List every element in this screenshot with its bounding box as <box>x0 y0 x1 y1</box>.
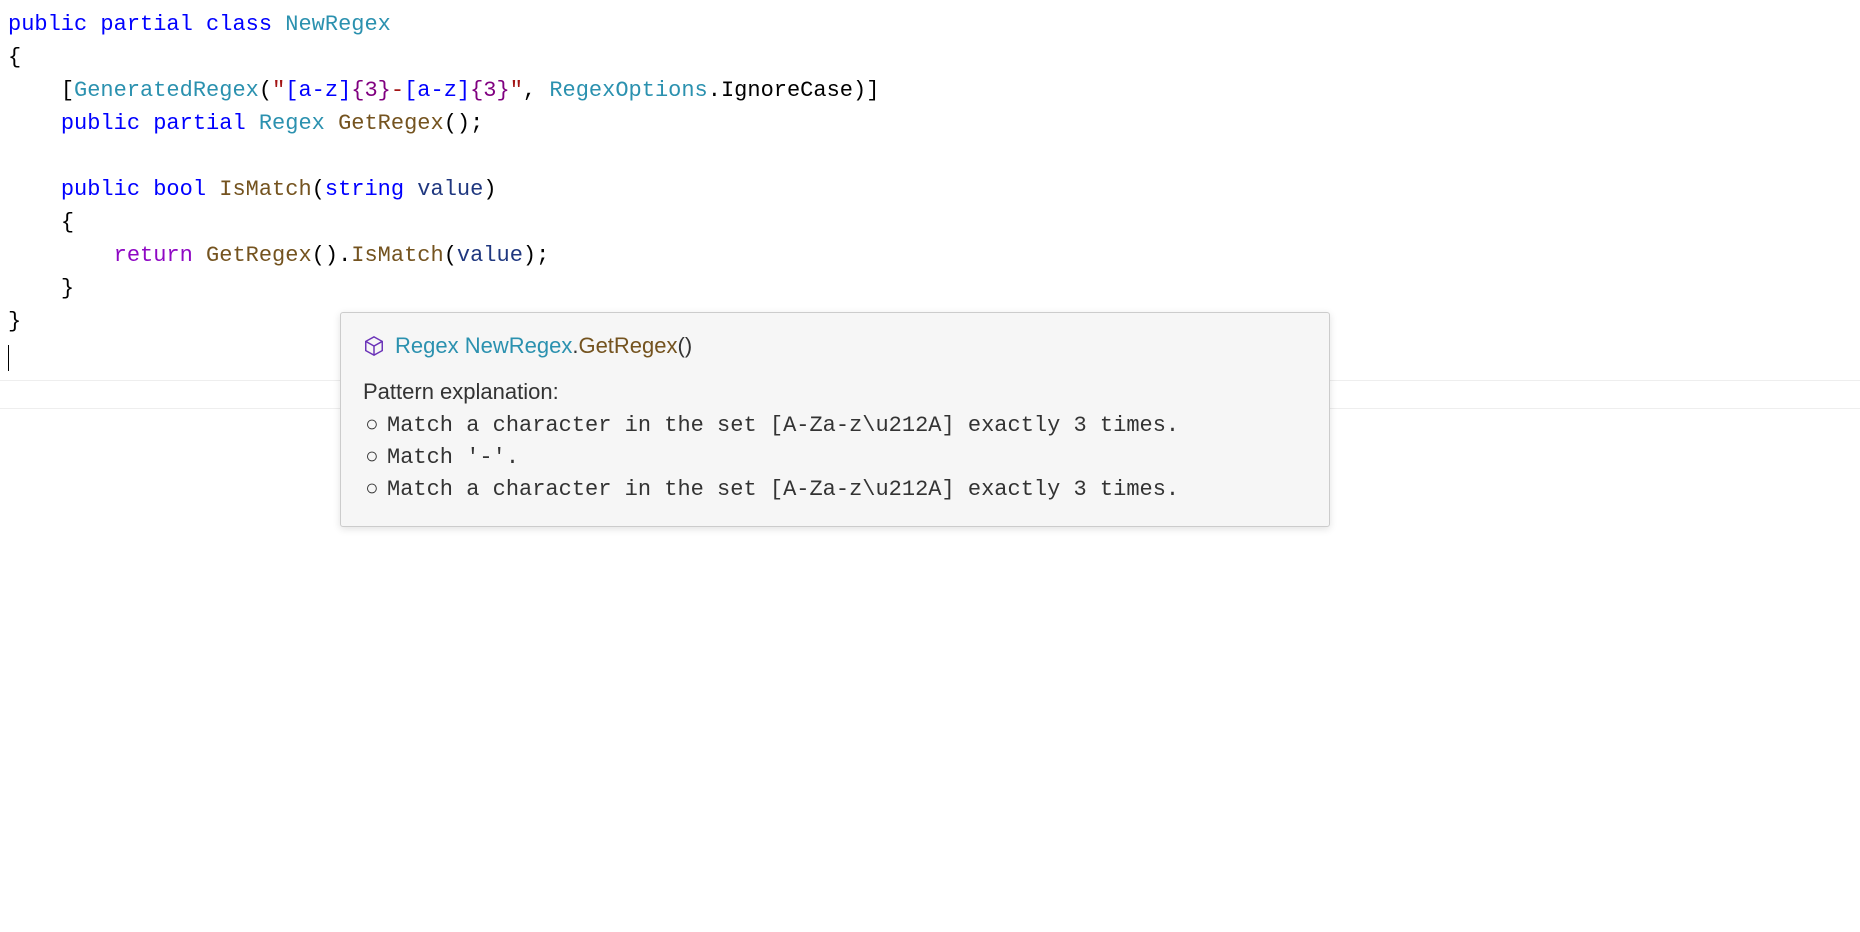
tooltip-bullet-item: ○Match a character in the set [A-Za-z\u2… <box>363 474 1307 506</box>
tooltip-bullet-list: ○Match a character in the set [A-Za-z\u2… <box>363 410 1307 506</box>
tooltip-signature: Regex NewRegex.GetRegex() <box>395 329 692 362</box>
paren-close: ) <box>483 177 496 202</box>
regex-charclass: [a-z] <box>285 78 351 103</box>
indent <box>8 210 61 235</box>
tooltip-header: Regex NewRegex.GetRegex() <box>363 329 1307 362</box>
keyword-return: return <box>114 243 193 268</box>
keyword-class: class <box>206 12 272 37</box>
sig-parens: () <box>678 333 693 358</box>
tooltip-bullet-item: ○Match a character in the set [A-Za-z\u2… <box>363 410 1307 442</box>
parens-semi: (); <box>444 111 484 136</box>
brace-open: { <box>8 45 21 70</box>
class-cube-icon <box>363 335 385 357</box>
string-quote-close: " <box>510 78 523 103</box>
bullet-text: Match a character in the set [A-Za-z\u21… <box>387 477 1179 502</box>
tooltip-explain-label: Pattern explanation: <box>363 376 1307 408</box>
argument: value <box>457 243 523 268</box>
paren-open: ( <box>312 177 325 202</box>
brace-close: } <box>61 276 74 301</box>
brace-close: } <box>8 309 21 334</box>
code-line-9[interactable]: } <box>8 272 1860 305</box>
comma: , <box>523 78 549 103</box>
bullet-text: Match '-'. <box>387 445 519 470</box>
sig-method: GetRegex <box>578 333 677 358</box>
dot: . <box>708 78 721 103</box>
code-line-3[interactable]: [GeneratedRegex("[a-z]{3}-[a-z]{3}", Reg… <box>8 74 1860 107</box>
quickinfo-tooltip: Regex NewRegex.GetRegex() Pattern explan… <box>340 312 1330 527</box>
indent <box>8 111 61 136</box>
code-line-8[interactable]: return GetRegex().IsMatch(value); <box>8 239 1860 272</box>
sig-class: NewRegex <box>465 333 573 358</box>
sig-return-type: Regex <box>395 333 459 358</box>
indent <box>8 243 114 268</box>
return-type: Regex <box>259 111 325 136</box>
code-line-blank[interactable] <box>8 140 1860 173</box>
indent <box>8 276 61 301</box>
method-call: IsMatch <box>351 243 443 268</box>
tooltip-body: Pattern explanation: ○Match a character … <box>363 376 1307 506</box>
keyword-bool: bool <box>153 177 206 202</box>
attribute-name: GeneratedRegex <box>74 78 259 103</box>
keyword-public: public <box>8 12 87 37</box>
paren-close-semi: ); <box>523 243 549 268</box>
brace-open: { <box>61 210 74 235</box>
dot: . <box>338 243 351 268</box>
regex-quantifier: {3} <box>351 78 391 103</box>
method-name: GetRegex <box>338 111 444 136</box>
indent <box>8 177 61 202</box>
code-line-7[interactable]: { <box>8 206 1860 239</box>
bullet-icon: ○ <box>363 474 381 506</box>
keyword-public: public <box>61 111 140 136</box>
param-type: string <box>325 177 404 202</box>
enum-type: RegexOptions <box>549 78 707 103</box>
tooltip-bullet-item: ○Match '-'. <box>363 442 1307 474</box>
parens: () <box>312 243 338 268</box>
paren-open: ( <box>259 78 272 103</box>
text-caret <box>8 345 9 371</box>
keyword-public: public <box>61 177 140 202</box>
code-line-4[interactable]: public partial Regex GetRegex(); <box>8 107 1860 140</box>
class-name: NewRegex <box>285 12 391 37</box>
keyword-partial: partial <box>153 111 245 136</box>
bracket-open: [ <box>61 78 74 103</box>
regex-quantifier: {3} <box>470 78 510 103</box>
enum-member: IgnoreCase <box>721 78 853 103</box>
blank <box>8 144 21 169</box>
paren-close: ) <box>853 78 866 103</box>
param-name: value <box>417 177 483 202</box>
bracket-close: ] <box>866 78 879 103</box>
regex-charclass: [a-z] <box>404 78 470 103</box>
bullet-icon: ○ <box>363 410 381 442</box>
method-call: GetRegex <box>206 243 312 268</box>
code-line-1[interactable]: public partial class NewRegex <box>8 8 1860 41</box>
method-name: IsMatch <box>219 177 311 202</box>
keyword-partial: partial <box>100 12 192 37</box>
code-line-6[interactable]: public bool IsMatch(string value) <box>8 173 1860 206</box>
bullet-icon: ○ <box>363 442 381 474</box>
indent <box>8 78 61 103</box>
paren-open: ( <box>444 243 457 268</box>
bullet-text: Match a character in the set [A-Za-z\u21… <box>387 413 1179 438</box>
regex-literal: - <box>391 78 404 103</box>
string-quote-open: " <box>272 78 285 103</box>
code-line-2[interactable]: { <box>8 41 1860 74</box>
